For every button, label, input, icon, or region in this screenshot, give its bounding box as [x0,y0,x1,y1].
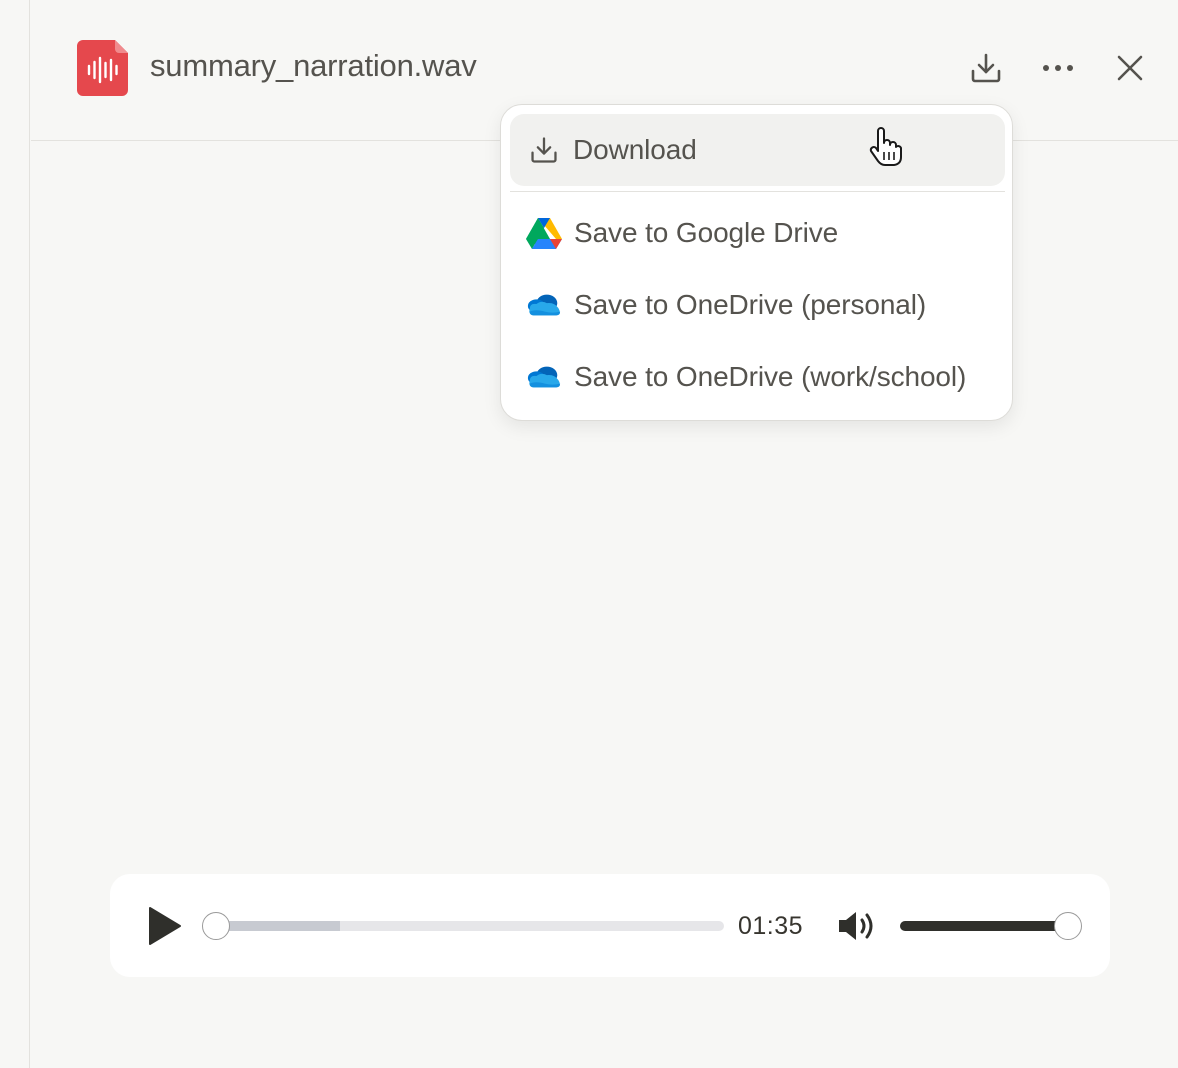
volume-slider[interactable] [900,912,1082,940]
download-icon [526,132,562,168]
menu-item-download[interactable]: Download [510,114,1005,186]
menu-item-onedrive-work-school[interactable]: Save to OneDrive (work/school) [510,341,1005,413]
audio-file-icon [77,40,128,96]
progress-buffered [212,921,340,931]
menu-item-google-drive[interactable]: Save to Google Drive [510,197,1005,269]
left-panel-edge [0,0,30,1068]
playback-progress-slider[interactable] [202,912,724,940]
volume-button[interactable] [837,909,879,943]
progress-thumb[interactable] [202,912,230,940]
file-name: summary_narration.wav [150,48,477,83]
menu-item-label: Save to OneDrive (work/school) [574,361,967,392]
menu-item-onedrive-personal[interactable]: Save to OneDrive (personal) [510,269,1005,341]
menu-divider [510,191,1005,192]
audio-player: 01:35 [110,874,1110,977]
google-drive-icon [526,215,562,251]
menu-item-label: Save to OneDrive (personal) [574,289,927,320]
volume-fill [900,921,1068,931]
play-icon [149,907,181,945]
more-horizontal-icon [1043,65,1073,71]
close-button[interactable] [1110,48,1150,88]
play-button[interactable] [140,902,188,950]
menu-item-label: Save to Google Drive [574,217,839,248]
close-icon [1117,55,1143,81]
menu-item-label: Download [573,134,697,165]
download-menu: Download Save to Google Drive Save to On… [500,104,1013,421]
volume-icon [839,912,873,940]
duration-label: 01:35 [738,912,804,940]
more-options-button[interactable] [1038,48,1078,88]
header-download-button[interactable] [966,48,1006,88]
onedrive-icon [526,287,562,323]
onedrive-icon [526,359,562,395]
download-icon [971,53,1001,83]
volume-thumb[interactable] [1054,912,1082,940]
